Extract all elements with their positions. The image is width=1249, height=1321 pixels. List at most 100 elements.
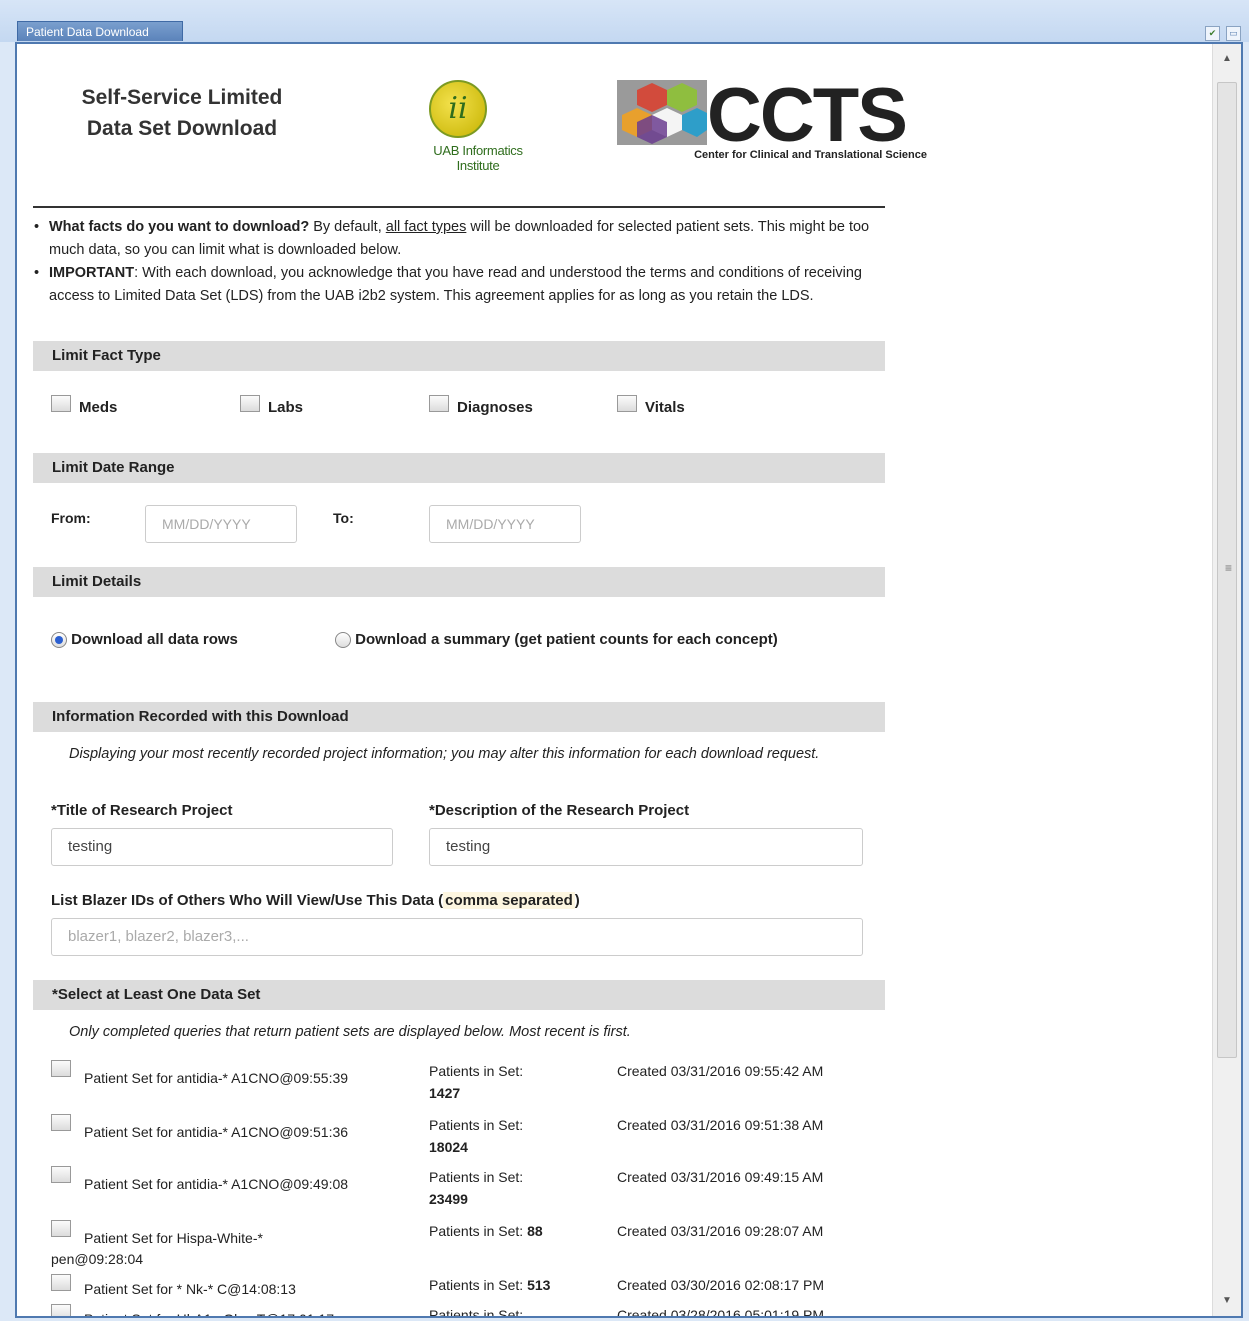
diagnoses-checkbox[interactable]: Diagnoses [429,395,533,416]
count-label: Patients in Set: [429,1169,524,1185]
all-fact-types-link[interactable]: all fact types [386,219,467,235]
grip-icon: ≡ [1225,561,1233,575]
count-value: 18024 [429,1139,468,1155]
meds-checkbox-box[interactable] [51,395,71,412]
radio-download-summary[interactable]: Download a summary (get patient counts f… [335,628,815,651]
section-limit-details: Limit Details [33,567,885,597]
labs-checkbox-box[interactable] [240,395,260,412]
window-header: Patient Data Download ✔ ▭ [0,0,1249,42]
data-set-row: Patient Set for * Nk-* C@14:08:13 Patien… [51,1274,891,1304]
data-set-created: Created 03/31/2016 09:55:42 AM [617,1063,824,1079]
count-value: 513 [527,1277,551,1293]
check-icon[interactable]: ✔ [1205,26,1220,41]
ccts-logo: CCTS Center for Clinical and Translation… [617,73,927,170]
radio-download-summary-button[interactable] [335,632,351,649]
data-set-created: Created 03/31/2016 09:51:38 AM [617,1117,824,1133]
data-set-count: Patients in Set: [429,1304,589,1318]
scrollbar-thumb[interactable]: ≡ [1217,82,1237,1058]
data-set-created: Created 03/31/2016 09:49:15 AM [617,1169,824,1185]
data-set-row: Patient Set for antidia-* A1CNO@09:55:39… [51,1060,891,1110]
count-value: 23499 [429,1191,468,1207]
labs-label: Labs [268,399,304,416]
windows-icon[interactable]: ▭ [1226,26,1241,41]
info-note: Displaying your most recently recorded p… [69,746,820,762]
data-set-created: Created 03/31/2016 09:28:07 AM [617,1223,824,1239]
uab-informatics-logo: ii UAB Informatics Institute [413,80,553,173]
data-set-name: Patient Set for HbA1c-Gluc-T@17:01:17 [51,1304,351,1316]
ccts-subtitle: Center for Clinical and Translational Sc… [694,149,927,161]
count-value: 1427 [429,1085,461,1101]
meds-label: Meds [79,399,118,416]
data-set-row: Patient Set for Hispa-White-* pen@09:28:… [51,1220,891,1270]
download-summary-label: Download a summary (get patient counts f… [355,631,778,648]
data-set-count: Patients in Set: 23499 [429,1166,589,1210]
data-set-count: Patients in Set: 1427 [429,1060,589,1104]
intro-bullet-facts: What facts do you want to download? By d… [31,216,891,262]
diagnoses-checkbox-box[interactable] [429,395,449,412]
data-set-row: Patient Set for HbA1c-Gluc-T@17:01:17 Pa… [51,1304,891,1318]
uab-logo-mark: ii [429,80,487,138]
section-limit-fact-type: Limit Fact Type [33,341,885,371]
vitals-checkbox[interactable]: Vitals [617,395,685,416]
project-description-input[interactable]: testing [429,828,863,866]
data-set-name: Patient Set for Hispa-White-* pen@09:28:… [51,1230,263,1267]
data-set-count: Patients in Set: 18024 [429,1114,589,1158]
facts-question: What facts do you want to download? [49,219,310,235]
data-set-created: Created 03/28/2016 05:01:19 PM [617,1307,825,1318]
meds-checkbox[interactable]: Meds [51,395,118,416]
blazer-label-close: ) [574,892,580,909]
section-select-data-set: *Select at Least One Data Set [33,980,885,1010]
facts-text-pre: By default, [309,219,386,235]
project-description-label: *Description of the Research Project [429,802,690,819]
blazer-label-text: List Blazer IDs of Others Who Will View/… [51,892,444,909]
data-set-name: Patient Set for antidia-* A1CNO@09:51:36 [84,1124,349,1140]
vertical-scrollbar[interactable]: ▲ ≡ ▼ [1212,44,1241,1316]
panel-content: Self-Service Limited Data Set Download i… [17,44,1212,1318]
section-information-recorded: Information Recorded with this Download [33,702,885,732]
title-line-2: Data Set Download [86,117,278,140]
important-label: IMPORTANT [49,265,135,281]
data-set-name: Patient Set for * Nk-* C@14:08:13 [84,1281,296,1297]
to-label: To: [333,510,354,526]
comma-separated-hint: comma separated [443,892,575,909]
from-label: From: [51,510,91,526]
section-limit-date-range: Limit Date Range [33,453,885,483]
data-set-name: Patient Set for antidia-* A1CNO@09:49:08 [84,1176,349,1192]
download-all-label: Download all data rows [71,631,238,648]
data-set-row: Patient Set for antidia-* A1CNO@09:49:08… [51,1166,891,1216]
count-label: Patients in Set: [429,1223,524,1239]
vitals-label: Vitals [645,399,685,416]
radio-download-all-button[interactable] [51,632,67,649]
ccts-wordmark: CCTS [707,73,908,158]
radio-download-all[interactable]: Download all data rows [51,628,238,651]
labs-checkbox[interactable]: Labs [240,395,304,416]
blazer-ids-input[interactable]: blazer1, blazer2, blazer3,... [51,918,863,956]
important-text: : With each download, you acknowledge th… [49,265,862,304]
tab-patient-data-download[interactable]: Patient Data Download [17,21,183,41]
download-panel: Self-Service Limited Data Set Download i… [15,42,1243,1318]
uab-logo-text: UAB Informatics Institute [433,143,523,173]
window-controls: ✔ ▭ [1205,26,1241,41]
to-date-input[interactable]: MM/DD/YYYY [429,505,581,543]
title-line-1: Self-Service Limited [81,86,283,109]
count-label: Patients in Set: [429,1063,524,1079]
scroll-up-icon[interactable]: ▲ [1213,48,1241,70]
header-divider [33,206,885,208]
count-label: Patients in Set: [429,1307,524,1318]
data-set-count: Patients in Set: 513 [429,1274,589,1296]
diagnoses-label: Diagnoses [457,399,533,416]
data-set-row: Patient Set for antidia-* A1CNO@09:51:36… [51,1114,891,1164]
intro-bullets: What facts do you want to download? By d… [31,216,891,308]
count-label: Patients in Set: [429,1117,524,1133]
project-title-input[interactable]: testing [51,828,393,866]
from-date-input[interactable]: MM/DD/YYYY [145,505,297,543]
count-label: Patients in Set: [429,1277,524,1293]
blazer-ids-label: List Blazer IDs of Others Who Will View/… [51,892,580,909]
count-value: 88 [527,1223,543,1239]
data-set-count: Patients in Set: 88 [429,1220,589,1242]
data-set-created: Created 03/30/2016 02:08:17 PM [617,1277,825,1293]
scroll-down-icon[interactable]: ▼ [1213,1290,1241,1312]
intro-bullet-important: IMPORTANT: With each download, you ackno… [31,262,891,308]
vitals-checkbox-box[interactable] [617,395,637,412]
data-set-note: Only completed queries that return patie… [69,1024,631,1040]
